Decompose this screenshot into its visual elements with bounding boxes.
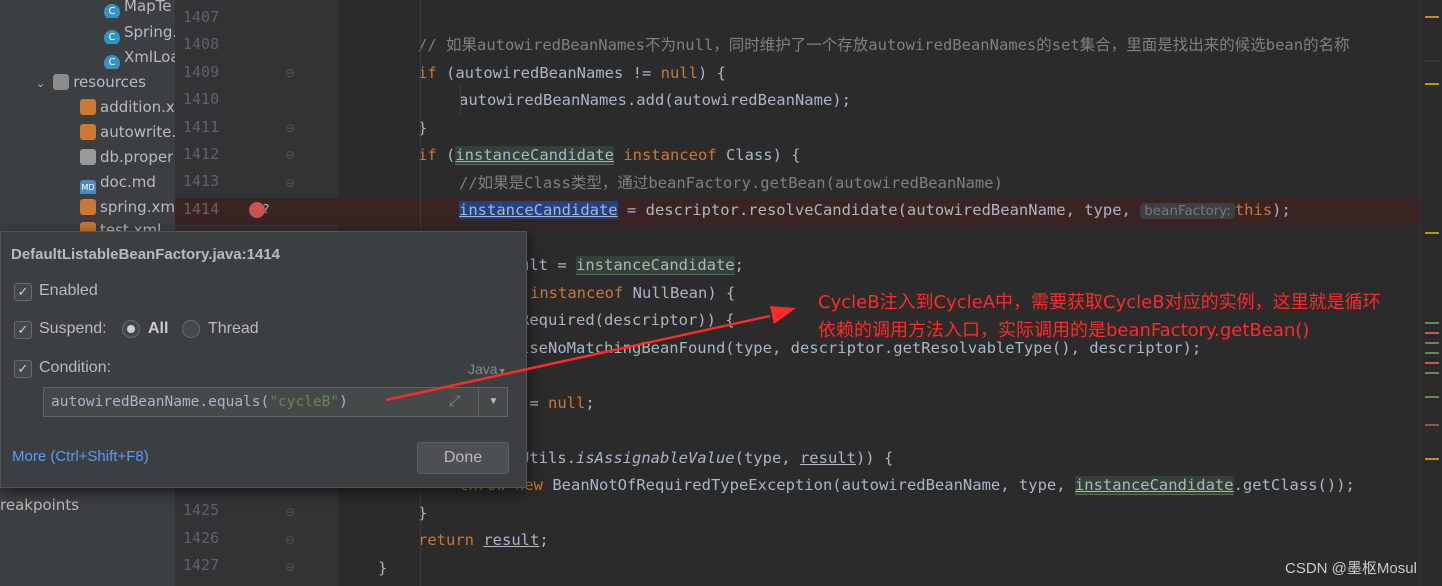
watermark: CSDN @墨枢Mosul: [1285, 560, 1417, 577]
annotation-text-line-2: 依赖的调用方法入口，实际调用的是beanFactory.getBean(): [818, 320, 1310, 341]
annotation-text-line-1: CycleB注入到CycleA中，需要获取CycleB对应的实例，这里就是循环: [818, 292, 1381, 313]
